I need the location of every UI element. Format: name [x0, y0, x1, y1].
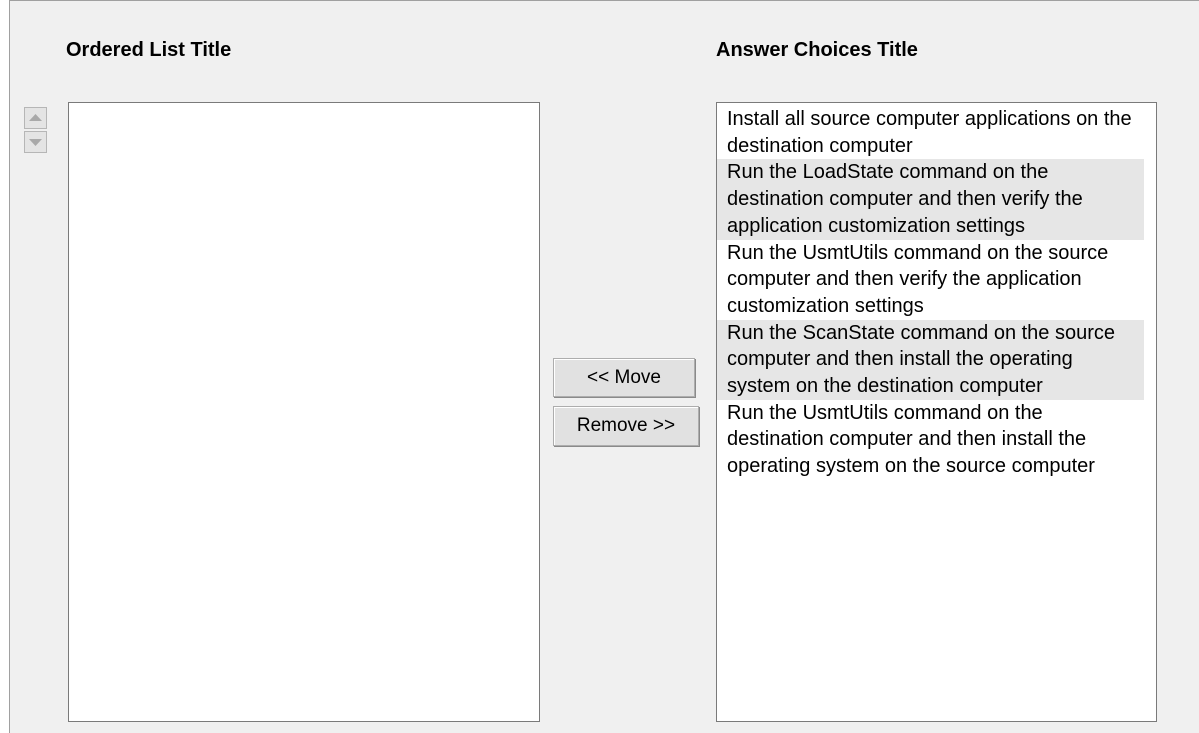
drag-drop-panel: Ordered List Title Answer Choices Title … — [9, 0, 1199, 733]
move-down-button[interactable] — [24, 131, 47, 153]
arrow-down-icon — [29, 139, 42, 146]
answer-choice-item[interactable]: Run the LoadState command on the destina… — [717, 159, 1144, 240]
answer-choice-item[interactable]: Run the ScanState command on the source … — [717, 319, 1144, 400]
move-button[interactable]: << Move — [553, 358, 695, 397]
answer-choice-item[interactable]: Run the UsmtUtils command on the destina… — [717, 400, 1144, 480]
answer-choices-title: Answer Choices Title — [716, 39, 918, 61]
answer-choice-item[interactable]: Run the UsmtUtils command on the source … — [717, 240, 1144, 320]
move-up-button[interactable] — [24, 107, 47, 129]
answer-choices-list[interactable]: Install all source computer applications… — [716, 102, 1157, 722]
remove-button[interactable]: Remove >> — [553, 406, 699, 446]
answer-choice-item[interactable]: Install all source computer applications… — [717, 106, 1144, 159]
ordered-list-box[interactable] — [68, 102, 540, 722]
arrow-up-icon — [29, 114, 42, 121]
ordered-list-title: Ordered List Title — [66, 39, 232, 61]
reorder-controls — [24, 107, 47, 155]
